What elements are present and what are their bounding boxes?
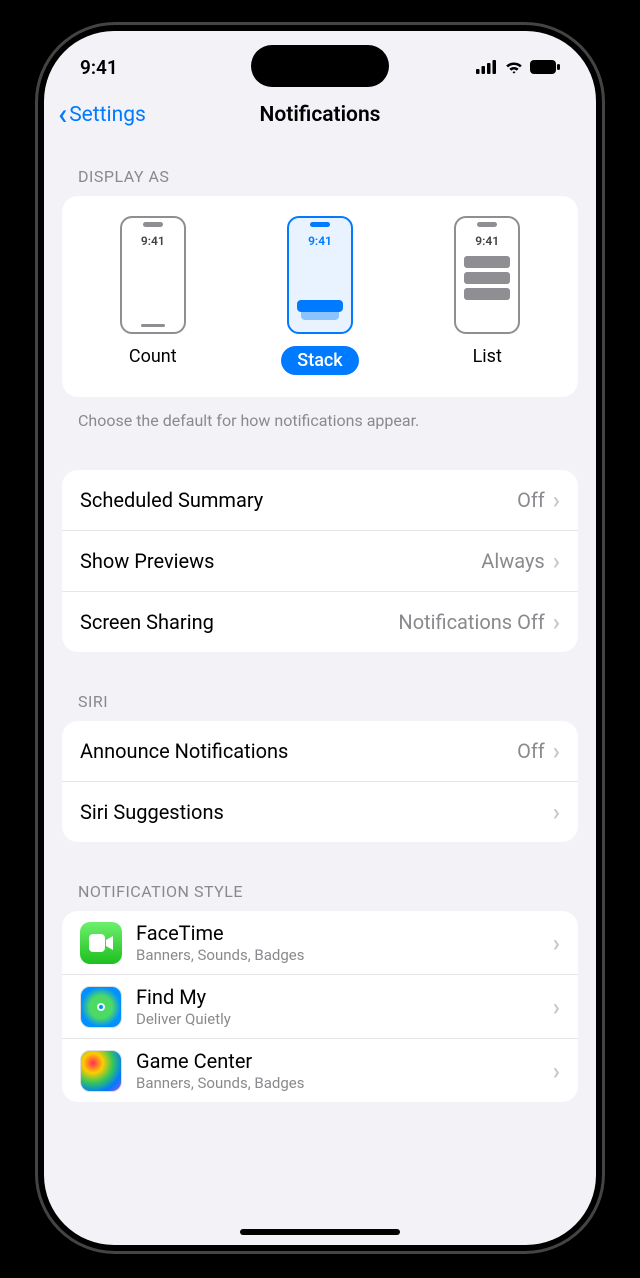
facetime-icon (80, 922, 122, 964)
app-name: Find My (136, 985, 553, 1010)
app-row-facetime[interactable]: FaceTime Banners, Sounds, Badges › (62, 911, 578, 975)
row-siri-suggestions[interactable]: Siri Suggestions › (62, 782, 578, 842)
row-show-previews[interactable]: Show Previews Always › (62, 531, 578, 592)
option-label-stack: Stack (281, 346, 358, 375)
app-sub: Deliver Quietly (136, 1010, 553, 1028)
back-label: Settings (69, 103, 146, 127)
row-scheduled-summary[interactable]: Scheduled Summary Off › (62, 470, 578, 531)
option-label-list: List (473, 346, 502, 367)
row-label: Siri Suggestions (80, 800, 545, 824)
page-title: Notifications (260, 103, 381, 127)
findmy-icon (80, 986, 122, 1028)
row-label: Scheduled Summary (80, 488, 517, 512)
row-label: Screen Sharing (80, 610, 398, 634)
chevron-right-icon: › (553, 929, 560, 957)
chevron-left-icon: ‹ (58, 105, 67, 125)
dynamic-island (251, 45, 389, 87)
screen: 9:41 ‹ Settings (44, 31, 596, 1245)
chevron-right-icon: › (553, 993, 560, 1021)
stack-preview-icon: 9:41 (287, 216, 353, 334)
app-row-gamecenter[interactable]: Game Center Banners, Sounds, Badges › (62, 1039, 578, 1102)
phone-frame: 9:41 ‹ Settings (23, 10, 617, 1266)
display-option-count[interactable]: 9:41 Count (120, 216, 186, 375)
row-screen-sharing[interactable]: Screen Sharing Notifications Off › (62, 592, 578, 652)
home-indicator[interactable] (240, 1229, 400, 1235)
chevron-right-icon: › (553, 737, 560, 765)
chevron-right-icon: › (553, 608, 560, 636)
chevron-right-icon: › (553, 798, 560, 826)
row-value: Always (481, 549, 544, 573)
count-preview-icon: 9:41 (120, 216, 186, 334)
chevron-right-icon: › (553, 486, 560, 514)
navigation-bar: ‹ Settings Notifications (44, 91, 596, 147)
notification-style-header: NOTIFICATION STYLE (78, 882, 578, 901)
app-name: Game Center (136, 1049, 553, 1074)
display-option-stack[interactable]: 9:41 Stack (281, 216, 358, 375)
display-option-list[interactable]: 9:41 List (454, 216, 520, 375)
display-as-header: DISPLAY AS (78, 167, 578, 186)
row-label: Announce Notifications (80, 739, 517, 763)
display-footer: Choose the default for how notifications… (78, 411, 562, 430)
back-button[interactable]: ‹ Settings (58, 103, 146, 127)
row-label: Show Previews (80, 549, 481, 573)
siri-header: SIRI (78, 692, 578, 711)
row-value: Notifications Off (398, 610, 544, 634)
battery-icon (530, 60, 560, 74)
chevron-right-icon: › (553, 547, 560, 575)
gamecenter-icon (80, 1050, 122, 1092)
option-label-count: Count (129, 346, 177, 367)
app-name: FaceTime (136, 921, 553, 946)
row-announce-notifications[interactable]: Announce Notifications Off › (62, 721, 578, 782)
wifi-icon (504, 60, 524, 74)
chevron-right-icon: › (553, 1057, 560, 1085)
row-value: Off (517, 488, 545, 512)
app-sub: Banners, Sounds, Badges (136, 946, 553, 964)
row-value: Off (517, 739, 545, 763)
status-time: 9:41 (80, 56, 118, 79)
app-row-findmy[interactable]: Find My Deliver Quietly › (62, 975, 578, 1039)
cellular-icon (476, 60, 498, 74)
app-sub: Banners, Sounds, Badges (136, 1074, 553, 1092)
list-preview-icon: 9:41 (454, 216, 520, 334)
